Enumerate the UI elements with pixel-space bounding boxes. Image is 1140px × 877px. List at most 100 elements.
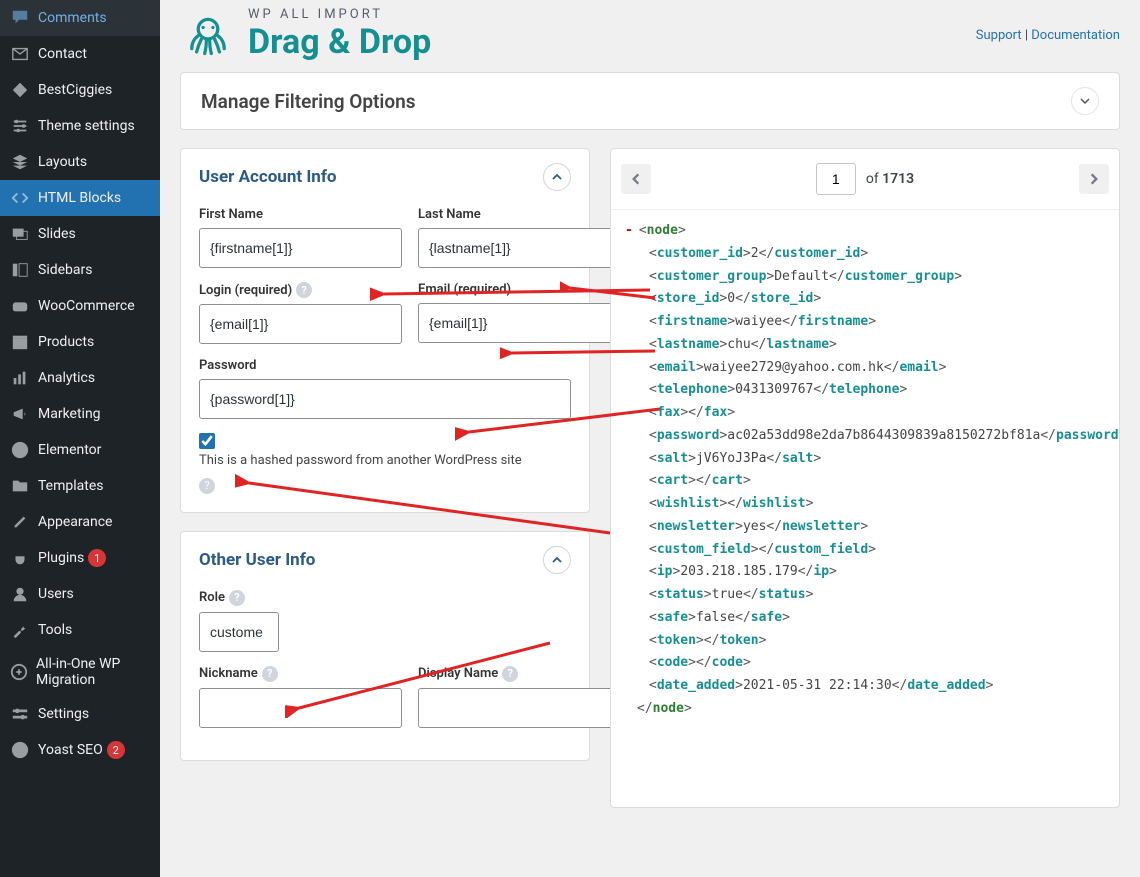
collapse-filter-button[interactable] bbox=[1071, 87, 1099, 115]
hashed-password-checkbox[interactable] bbox=[199, 433, 215, 449]
role-input[interactable] bbox=[199, 612, 279, 652]
sidebar-item-templates[interactable]: Templates bbox=[0, 468, 160, 504]
sidebar-item-label: Layouts bbox=[38, 154, 87, 170]
admin-sidebar: Comments Contact BestCiggies Theme settings… bbox=[0, 0, 160, 877]
sidebar-item-all-in-one-wp-migration[interactable]: All-in-One WP Migration bbox=[0, 648, 160, 696]
elementor-icon bbox=[10, 440, 30, 460]
diamond-icon bbox=[10, 80, 30, 100]
sidebar-item-html-blocks[interactable]: HTML Blocks bbox=[0, 180, 160, 216]
documentation-link[interactable]: Documentation bbox=[1031, 28, 1120, 43]
last-name-label: Last Name bbox=[418, 207, 621, 222]
filter-panel-title: Manage Filtering Options bbox=[201, 90, 415, 113]
sidebar-item-label: Sidebars bbox=[38, 262, 92, 278]
user-account-section: User Account Info First Name L bbox=[180, 148, 590, 513]
sidebar-item-elementor[interactable]: Elementor bbox=[0, 432, 160, 468]
sliders-icon bbox=[10, 116, 30, 136]
collapse-other-button[interactable] bbox=[543, 546, 571, 574]
next-record-button[interactable] bbox=[1079, 164, 1109, 194]
sidebar-item-label: Slides bbox=[38, 226, 76, 242]
page-number-input[interactable] bbox=[816, 163, 856, 195]
sidebar-item-bestciggies[interactable]: BestCiggies bbox=[0, 72, 160, 108]
sidebar-item-label: Yoast SEO bbox=[38, 742, 103, 758]
yoast-icon bbox=[10, 740, 30, 760]
xml-preview-panel: of 1713 -<node><customer_id>2</customer_… bbox=[610, 148, 1120, 808]
main-content: WP ALL IMPORT Drag & Drop Support | Docu… bbox=[160, 0, 1140, 877]
display-name-label: Display Name? bbox=[418, 666, 621, 682]
prev-record-button[interactable] bbox=[621, 164, 651, 194]
plug-icon bbox=[10, 548, 30, 568]
sidebar-item-label: Marketing bbox=[38, 406, 101, 422]
brand-logo-icon bbox=[180, 6, 236, 62]
login-input[interactable] bbox=[199, 304, 402, 344]
sidebar-item-yoast-seo[interactable]: Yoast SEO2 bbox=[0, 732, 160, 768]
section-title: Other User Info bbox=[199, 550, 315, 570]
xml-tree[interactable]: -<node><customer_id>2</customer_id><cust… bbox=[611, 210, 1119, 807]
help-icon[interactable]: ? bbox=[502, 666, 518, 682]
nickname-input[interactable] bbox=[199, 688, 402, 728]
first-name-label: First Name bbox=[199, 207, 402, 222]
hashed-password-text: This is a hashed password from another W… bbox=[199, 453, 571, 468]
mail-icon bbox=[10, 44, 30, 64]
sidebar-item-label: All-in-One WP Migration bbox=[36, 656, 150, 688]
sidebar-item-sidebars[interactable]: Sidebars bbox=[0, 252, 160, 288]
brush-icon bbox=[10, 512, 30, 532]
first-name-input[interactable] bbox=[199, 228, 402, 268]
sidebar-item-label: Analytics bbox=[38, 370, 95, 386]
email-input[interactable] bbox=[418, 303, 621, 343]
pager-of-label: of bbox=[866, 171, 879, 187]
sidebar-item-slides[interactable]: Slides bbox=[0, 216, 160, 252]
megaphone-icon bbox=[10, 404, 30, 424]
help-icon[interactable]: ? bbox=[229, 590, 245, 606]
login-label: Login (required)? bbox=[199, 282, 402, 298]
sidebar-item-label: BestCiggies bbox=[38, 82, 112, 98]
help-icon[interactable]: ? bbox=[199, 478, 215, 494]
sidebar-item-analytics[interactable]: Analytics bbox=[0, 360, 160, 396]
pager-total: 1713 bbox=[882, 171, 914, 187]
sidebar-item-users[interactable]: Users bbox=[0, 576, 160, 612]
support-link[interactable]: Support bbox=[976, 28, 1022, 43]
sidebar-item-label: Plugins bbox=[38, 550, 84, 566]
sidebar-item-label: Products bbox=[38, 334, 94, 350]
sidebar-item-contact[interactable]: Contact bbox=[0, 36, 160, 72]
header-links: Support | Documentation bbox=[976, 28, 1120, 43]
comment-icon bbox=[10, 8, 30, 28]
password-label: Password bbox=[199, 358, 571, 373]
password-input[interactable] bbox=[199, 379, 571, 419]
sidebar-item-label: Theme settings bbox=[38, 118, 135, 134]
sidebar-item-label: Contact bbox=[38, 46, 87, 62]
help-icon[interactable]: ? bbox=[296, 282, 312, 298]
collapse-account-button[interactable] bbox=[543, 163, 571, 191]
page-header: WP ALL IMPORT Drag & Drop Support | Docu… bbox=[180, 0, 1120, 72]
slides-icon bbox=[10, 224, 30, 244]
sidebar-item-products[interactable]: Products bbox=[0, 324, 160, 360]
section-title: User Account Info bbox=[199, 167, 337, 187]
folder-icon bbox=[10, 476, 30, 496]
sidebar-item-label: Templates bbox=[38, 478, 104, 494]
sidebar-item-marketing[interactable]: Marketing bbox=[0, 396, 160, 432]
sidebar-item-settings[interactable]: Settings bbox=[0, 696, 160, 732]
sidebar-item-plugins[interactable]: Plugins1 bbox=[0, 540, 160, 576]
sidebar-icon bbox=[10, 260, 30, 280]
sidebar-item-label: Elementor bbox=[38, 442, 101, 458]
help-icon[interactable]: ? bbox=[262, 666, 278, 682]
sidebar-item-label: HTML Blocks bbox=[38, 190, 121, 206]
sidebar-item-layouts[interactable]: Layouts bbox=[0, 144, 160, 180]
sidebar-badge: 2 bbox=[107, 741, 125, 759]
role-label: Role? bbox=[199, 590, 279, 606]
sidebar-item-label: Tools bbox=[38, 622, 72, 638]
sidebar-item-label: Settings bbox=[38, 706, 89, 722]
nickname-label: Nickname? bbox=[199, 666, 402, 682]
sidebar-item-woocommerce[interactable]: WooCommerce bbox=[0, 288, 160, 324]
settings-icon bbox=[10, 704, 30, 724]
user-icon bbox=[10, 584, 30, 604]
wrench-icon bbox=[10, 620, 30, 640]
brand-title: Drag & Drop bbox=[248, 22, 431, 62]
sidebar-item-theme-settings[interactable]: Theme settings bbox=[0, 108, 160, 144]
sidebar-item-appearance[interactable]: Appearance bbox=[0, 504, 160, 540]
display-name-input[interactable] bbox=[418, 688, 621, 728]
last-name-input[interactable] bbox=[418, 228, 621, 268]
migrate-icon bbox=[10, 662, 28, 682]
sidebar-item-tools[interactable]: Tools bbox=[0, 612, 160, 648]
archive-icon bbox=[10, 332, 30, 352]
sidebar-item-comments[interactable]: Comments bbox=[0, 0, 160, 36]
